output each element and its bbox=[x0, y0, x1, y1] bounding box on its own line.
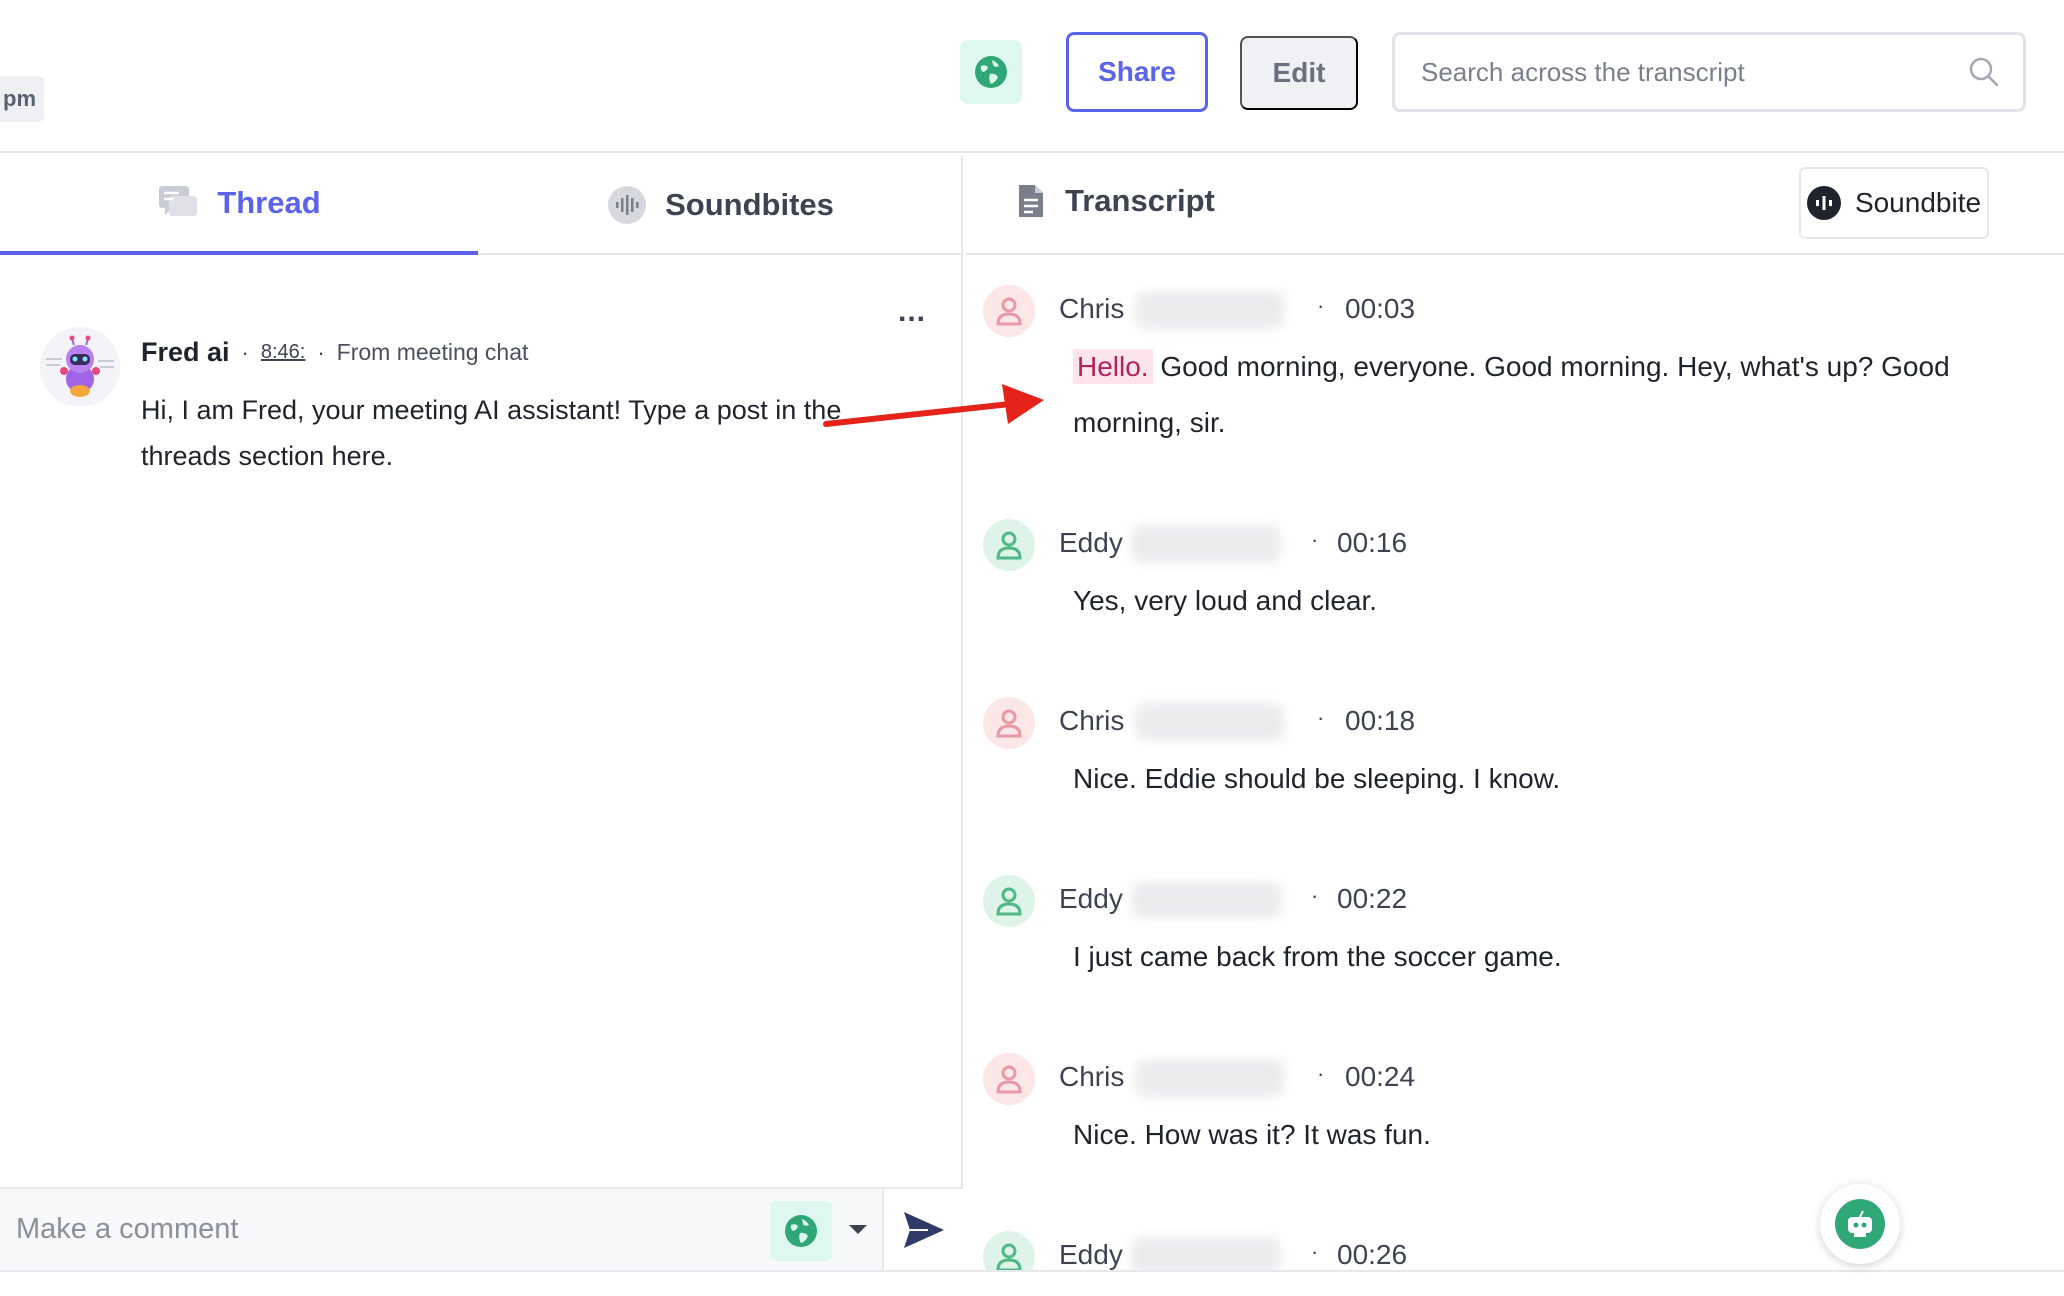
entry-text: I just came back from the soccer game. bbox=[1073, 941, 1562, 972]
entry-text: Hello. Good morning, everyone. Good morn… bbox=[1073, 339, 1973, 451]
highlighted-word[interactable]: Hello. bbox=[1073, 349, 1153, 384]
entry-timestamp[interactable]: 00:24 bbox=[1345, 1061, 1415, 1093]
speaker-name: Chris bbox=[1059, 1061, 1125, 1092]
speaker-name: Eddy bbox=[1059, 883, 1123, 914]
user-avatar-icon bbox=[983, 697, 1035, 749]
chat-icon bbox=[157, 184, 199, 222]
comment-input[interactable] bbox=[16, 1189, 756, 1270]
comment-language-button[interactable] bbox=[770, 1201, 832, 1261]
speaker-name: Chris bbox=[1059, 293, 1125, 324]
globe-icon bbox=[975, 56, 1007, 88]
redacted-surname bbox=[1135, 291, 1285, 329]
transcript-title-label: Transcript bbox=[1065, 183, 1215, 218]
redacted-surname bbox=[1131, 1237, 1281, 1270]
search-box[interactable] bbox=[1392, 32, 2026, 112]
document-icon bbox=[1017, 183, 1045, 219]
entry-text: Nice. Eddie should be sleeping. I know. bbox=[1073, 763, 1561, 794]
transcript-title: Transcript bbox=[1017, 183, 1215, 219]
separator-dot: · bbox=[241, 339, 249, 365]
message-text: Hi, I am Fred, your meeting AI assistant… bbox=[141, 395, 842, 471]
redacted-surname bbox=[1135, 1059, 1285, 1097]
entry-timestamp[interactable]: 00:16 bbox=[1337, 527, 1407, 559]
message-source: From meeting chat bbox=[336, 339, 529, 365]
speaker-name: Eddy bbox=[1059, 1239, 1123, 1270]
fred-avatar bbox=[40, 327, 120, 407]
separator-dot: · bbox=[1311, 883, 1319, 908]
more-options-icon[interactable]: ... bbox=[898, 295, 926, 329]
time-chip: pm bbox=[0, 76, 44, 122]
language-button[interactable] bbox=[960, 40, 1022, 104]
message-header: Fred ai · 8:46: · From meeting chat bbox=[141, 337, 528, 368]
speaker-name: Eddy bbox=[1059, 527, 1123, 558]
separator-dot: · bbox=[1317, 1061, 1325, 1086]
edit-button[interactable]: Edit bbox=[1240, 36, 1358, 110]
message-time-link[interactable]: 8:46: bbox=[261, 341, 305, 364]
entry-timestamp[interactable]: 00:26 bbox=[1337, 1239, 1407, 1270]
entry-text: Yes, very loud and clear. bbox=[1073, 585, 1378, 616]
thread-panel: Thread Soundbites ... Fred ai · 8:46: · … bbox=[0, 155, 963, 1270]
separator-dot: · bbox=[1311, 527, 1319, 552]
separator-dot: · bbox=[1317, 293, 1325, 318]
separator-dot: · bbox=[1317, 705, 1325, 730]
send-button[interactable] bbox=[882, 1189, 963, 1270]
redacted-surname bbox=[1135, 703, 1285, 741]
search-input[interactable] bbox=[1421, 35, 1961, 109]
waveform-icon bbox=[1806, 186, 1841, 220]
user-avatar-icon bbox=[983, 1231, 1035, 1270]
separator-dot: · bbox=[1311, 1239, 1319, 1264]
share-button[interactable]: Share bbox=[1066, 32, 1208, 112]
entry-text: Nice. How was it? It was fun. bbox=[1073, 1119, 1431, 1150]
soundbite-button-label: Soundbite bbox=[1854, 187, 1982, 218]
search-icon[interactable] bbox=[1967, 55, 2001, 89]
separator-dot: · bbox=[317, 339, 325, 365]
waveform-icon bbox=[607, 185, 647, 225]
user-avatar-icon bbox=[983, 519, 1035, 571]
redacted-surname bbox=[1131, 525, 1281, 563]
transcript-panel: Transcript Soundbite Chris · 00:03 Hello… bbox=[965, 155, 2064, 1270]
message-author: Fred ai bbox=[141, 337, 230, 367]
tab-thread[interactable]: Thread bbox=[0, 155, 478, 255]
entry-timestamp[interactable]: 00:18 bbox=[1345, 705, 1415, 737]
bottom-strip bbox=[0, 1272, 2064, 1296]
panel-tabs: Thread Soundbites bbox=[0, 155, 963, 255]
user-avatar-icon bbox=[983, 1053, 1035, 1105]
entry-timestamp[interactable]: 00:03 bbox=[1345, 293, 1415, 325]
tab-thread-label: Thread bbox=[217, 185, 321, 220]
entry-timestamp[interactable]: 00:22 bbox=[1337, 883, 1407, 915]
globe-icon bbox=[785, 1215, 817, 1247]
robot-icon bbox=[1835, 1199, 1885, 1249]
tab-soundbites-label: Soundbites bbox=[665, 187, 834, 222]
tab-soundbites[interactable]: Soundbites bbox=[478, 155, 963, 255]
soundbite-button[interactable]: Soundbite bbox=[1799, 167, 1989, 239]
assistant-fab-button[interactable] bbox=[1820, 1184, 1900, 1264]
comment-bar bbox=[0, 1187, 963, 1270]
entry-text-body: Good morning, everyone. Good morning. He… bbox=[1073, 351, 1950, 438]
transcript-header: Transcript Soundbite bbox=[965, 155, 2064, 255]
speaker-name: Chris bbox=[1059, 705, 1125, 736]
top-bar: pm Share Edit bbox=[0, 0, 2064, 153]
user-avatar-icon bbox=[983, 285, 1035, 337]
robot-icon bbox=[46, 335, 114, 397]
redacted-surname bbox=[1131, 881, 1281, 919]
chevron-down-icon[interactable] bbox=[846, 1219, 870, 1239]
user-avatar-icon bbox=[983, 875, 1035, 927]
send-icon bbox=[903, 1211, 944, 1248]
